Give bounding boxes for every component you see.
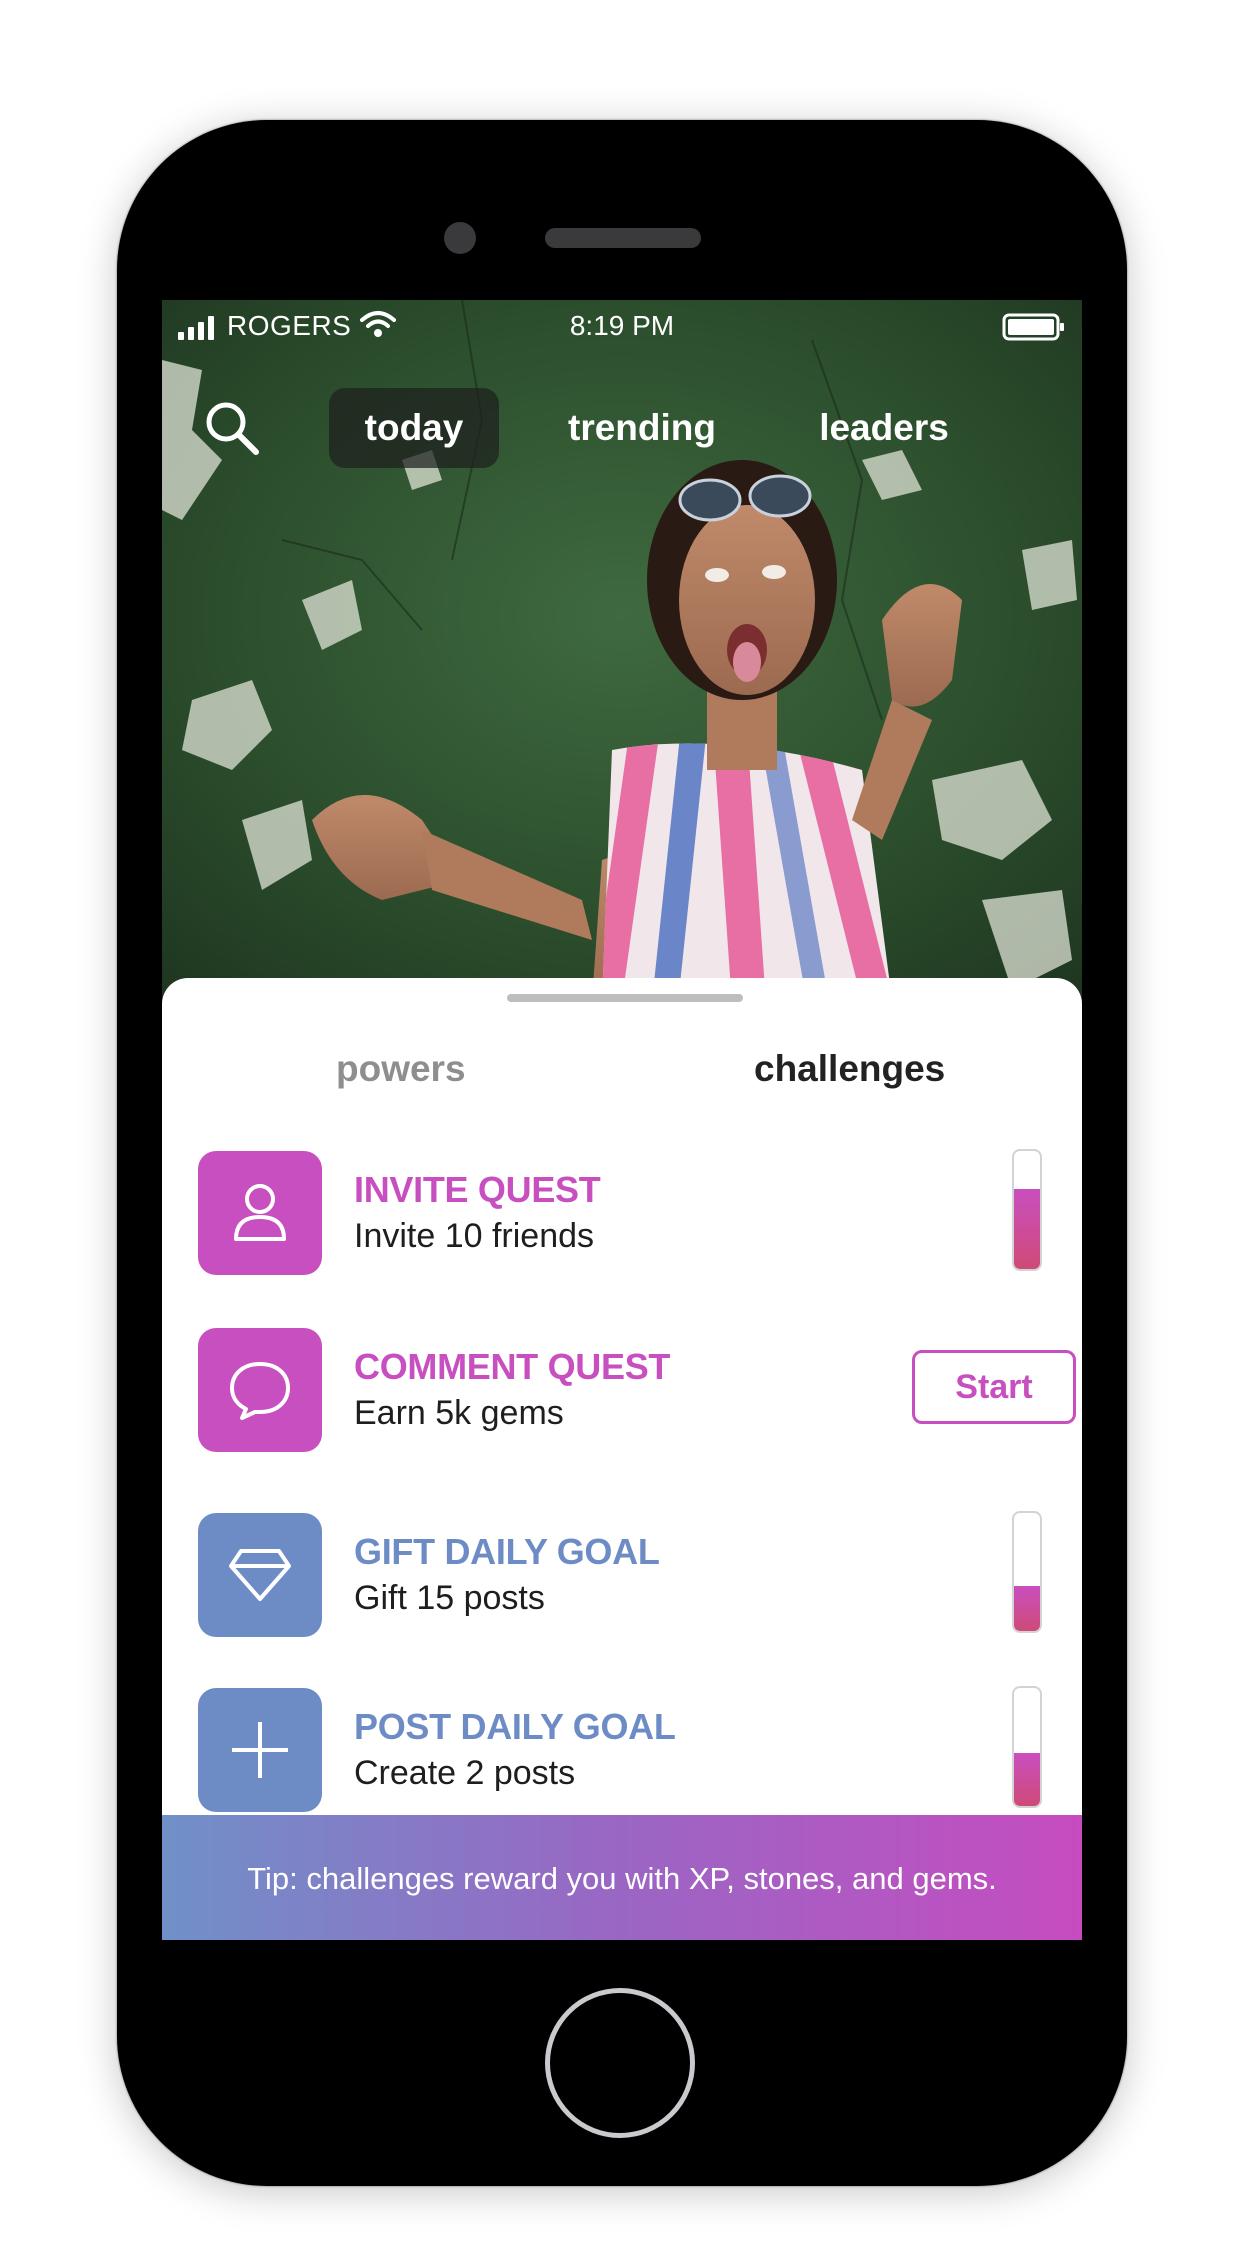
challenge-title: GIFT DAILY GOAL [354, 1531, 660, 1572]
battery-icon [1002, 313, 1064, 341]
progress-bar [1012, 1149, 1042, 1271]
progress-fill [1014, 1188, 1040, 1269]
progress-bar [1012, 1686, 1042, 1808]
challenge-title: POST DAILY GOAL [354, 1706, 676, 1747]
tab-leaders[interactable]: leaders [794, 388, 974, 468]
challenge-item-comment-quest[interactable]: COMMENT QUEST Earn 5k gems Start [198, 1328, 1076, 1452]
progress-bar [1012, 1511, 1042, 1633]
progress-fill [1014, 1586, 1040, 1631]
start-button[interactable]: Start [912, 1350, 1076, 1424]
challenge-title: COMMENT QUEST [354, 1346, 671, 1387]
search-icon[interactable] [202, 398, 262, 458]
top-navigation: today trending leaders [162, 388, 1082, 468]
app-screen: ROGERS 8:19 PM today trending leaders po… [162, 300, 1082, 1940]
challenge-item-post-daily-goal[interactable]: POST DAILY GOAL Create 2 posts [198, 1686, 1048, 1812]
status-bar: ROGERS 8:19 PM [162, 300, 1082, 356]
challenges-sheet: powers challenges INVITE QUEST Invite 10… [162, 978, 1082, 1940]
front-camera [444, 222, 476, 254]
segment-challenges[interactable]: challenges [754, 1048, 945, 1090]
sheet-drag-handle[interactable] [507, 994, 743, 1002]
challenge-subtitle: Gift 15 posts [354, 1579, 545, 1617]
progress-fill [1014, 1752, 1040, 1806]
challenge-subtitle: Invite 10 friends [354, 1217, 595, 1255]
tab-today[interactable]: today [329, 388, 499, 468]
tip-text: Tip: challenges reward you with XP, ston… [247, 1860, 997, 1896]
challenge-item-gift-daily-goal[interactable]: GIFT DAILY GOAL Gift 15 posts [198, 1511, 1048, 1637]
earpiece-speaker [545, 228, 701, 248]
speech-bubble-icon [198, 1328, 322, 1452]
clock-time: 8:19 PM [569, 310, 675, 341]
plus-icon [198, 1688, 322, 1812]
challenge-item-invite-quest[interactable]: INVITE QUEST Invite 10 friends [198, 1149, 1048, 1275]
challenge-title: INVITE QUEST [354, 1169, 601, 1210]
home-button[interactable] [545, 1988, 695, 2138]
diamond-icon [198, 1513, 322, 1637]
tip-banner: Tip: challenges reward you with XP, ston… [162, 1815, 1082, 1940]
challenge-subtitle: Create 2 posts [354, 1754, 576, 1792]
challenge-subtitle: Earn 5k gems [354, 1394, 564, 1432]
segment-powers[interactable]: powers [336, 1048, 466, 1090]
tab-trending[interactable]: trending [542, 388, 742, 468]
phone-frame: ROGERS 8:19 PM today trending leaders po… [117, 120, 1127, 2186]
user-icon [198, 1151, 322, 1275]
